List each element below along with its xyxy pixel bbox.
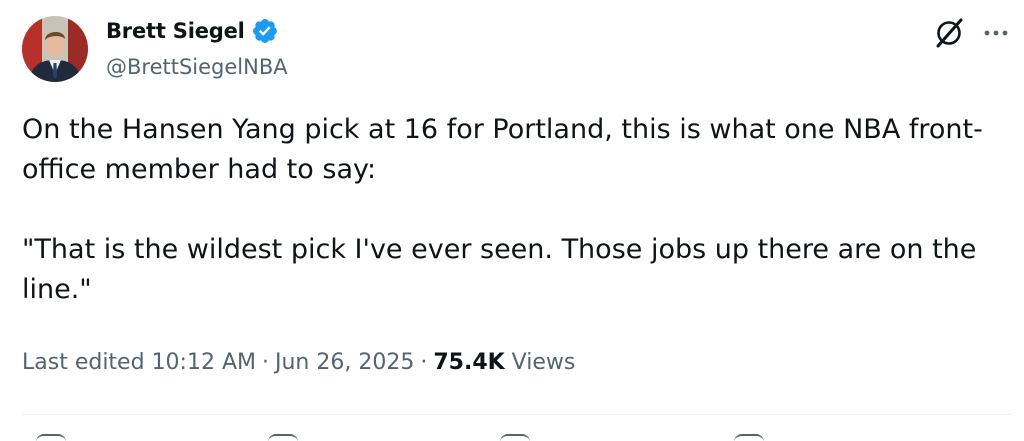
divider [22,414,1012,415]
author-display-name[interactable]: Brett Siegel [106,19,245,43]
edited-label[interactable]: Last edited [22,350,145,375]
verified-badge-icon[interactable] [251,17,279,45]
avatar-image [22,16,88,82]
tweet-card: Brett Siegel @BrettSiegelNBA On the Hans… [0,0,1024,441]
tweet-text: On the Hansen Yang pick at 16 for Portla… [22,110,1007,310]
more-icon[interactable] [982,21,1010,45]
views-label: Views [511,350,576,375]
tweet-date[interactable]: Jun 26, 2025 [275,350,414,375]
tweet-meta: Last edited 10:12 AM · Jun 26, 2025 · 75.4K … [22,350,575,375]
tweet-paragraph: "That is the wildest pick I've ever seen… [22,234,977,305]
author-name-row: Brett Siegel [106,17,279,45]
tweet-paragraph: On the Hansen Yang pick at 16 for Portla… [22,114,983,185]
meta-separator: · [262,350,269,375]
repost-icon[interactable] [268,434,298,441]
views-count: 75.4K [433,350,505,375]
meta-separator: · [420,350,428,375]
reply-icon[interactable] [36,434,66,441]
author-handle[interactable]: @BrettSiegelNBA [106,55,288,79]
grok-icon[interactable] [932,16,966,50]
tweet-time[interactable]: 10:12 AM [152,350,256,375]
avatar[interactable] [22,16,88,82]
views-icon[interactable] [734,434,764,441]
like-icon[interactable] [500,434,530,441]
